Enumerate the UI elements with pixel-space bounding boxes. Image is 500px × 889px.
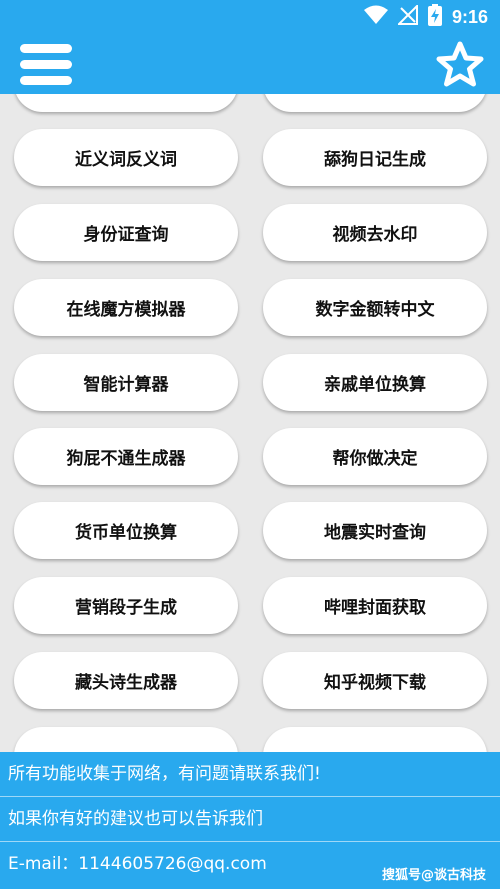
tool-button-earthquake-lookup[interactable]: 地震实时查询: [263, 502, 487, 559]
tool-button-partial-top-left[interactable]: [14, 94, 238, 112]
tool-button-smart-calculator[interactable]: 智能计算器: [14, 354, 238, 411]
tool-button-partial-top-right[interactable]: [263, 94, 487, 112]
tool-label: 帮你做决定: [332, 449, 418, 469]
tool-label: 智能计算器: [83, 375, 169, 395]
tool-label: 知乎视频下载: [324, 673, 426, 693]
info-footer: 所有功能收集于网络，有问题请联系我们! 如果你有好的建议也可以告诉我们 E-ma…: [0, 752, 500, 889]
tool-label: 藏头诗生成器: [75, 673, 177, 693]
menu-button[interactable]: [18, 42, 74, 88]
tool-label: 哔哩封面获取: [324, 598, 426, 618]
status-bar: 9:16: [0, 0, 500, 34]
tool-button-nonsense-generator[interactable]: 狗屁不通生成器: [14, 428, 238, 485]
tool-button-acrostic-poem[interactable]: 藏头诗生成器: [14, 652, 238, 709]
tool-button-id-card-lookup[interactable]: 身份证查询: [14, 204, 238, 261]
tool-button-amount-to-chinese[interactable]: 数字金额转中文: [263, 279, 487, 336]
tool-button-partial-bottom-right[interactable]: [263, 727, 487, 752]
battery-charging-icon: [427, 4, 442, 30]
watermark: 搜狐号@谈古科技: [381, 868, 486, 883]
tool-button-marketing-text[interactable]: 营销段子生成: [14, 577, 238, 634]
tool-button-currency-converter[interactable]: 货币单位换算: [14, 502, 238, 559]
tool-label: 营销段子生成: [75, 598, 177, 618]
tool-label: 数字金额转中文: [315, 300, 435, 320]
tool-button-video-watermark-remove[interactable]: 视频去水印: [263, 204, 487, 261]
tool-button-zhihu-video-download[interactable]: 知乎视频下载: [263, 652, 487, 709]
tool-button-rubiks-cube[interactable]: 在线魔方模拟器: [14, 279, 238, 336]
tool-label: 视频去水印: [332, 225, 418, 245]
tool-label: 货币单位换算: [75, 523, 177, 543]
tool-label: 近义词反义词: [75, 150, 177, 170]
tool-button-partial-bottom-left[interactable]: [14, 727, 238, 752]
tool-label: 狗屁不通生成器: [66, 449, 186, 469]
tool-label: 地震实时查询: [324, 523, 426, 543]
tool-label: 舔狗日记生成: [324, 150, 426, 170]
tool-grid[interactable]: 近义词反义词 舔狗日记生成 身份证查询 视频去水印 在线魔方模拟器 数字金额转中…: [0, 94, 500, 752]
tool-button-diary-generator[interactable]: 舔狗日记生成: [263, 129, 487, 186]
tool-button-bilibili-cover[interactable]: 哔哩封面获取: [263, 577, 487, 634]
tool-button-decision-maker[interactable]: 帮你做决定: [263, 428, 487, 485]
status-time: 9:16: [451, 6, 488, 27]
wifi-icon: [363, 5, 388, 29]
status-icons: 9:16: [363, 3, 488, 30]
star-icon: [434, 41, 486, 94]
footer-notice: 所有功能收集于网络，有问题请联系我们!: [0, 752, 500, 797]
app-bar: [0, 34, 500, 94]
tool-label: 身份证查询: [83, 225, 169, 245]
tool-button-relative-calculator[interactable]: 亲戚单位换算: [263, 354, 487, 411]
no-signal-icon: [396, 3, 418, 29]
footer-suggestion: 如果你有好的建议也可以告诉我们: [0, 797, 500, 842]
tool-button-synonym-antonym[interactable]: 近义词反义词: [14, 129, 238, 186]
tool-label: 在线魔方模拟器: [66, 300, 186, 320]
tool-label: 亲戚单位换算: [324, 375, 426, 395]
favorite-button[interactable]: [434, 40, 486, 90]
